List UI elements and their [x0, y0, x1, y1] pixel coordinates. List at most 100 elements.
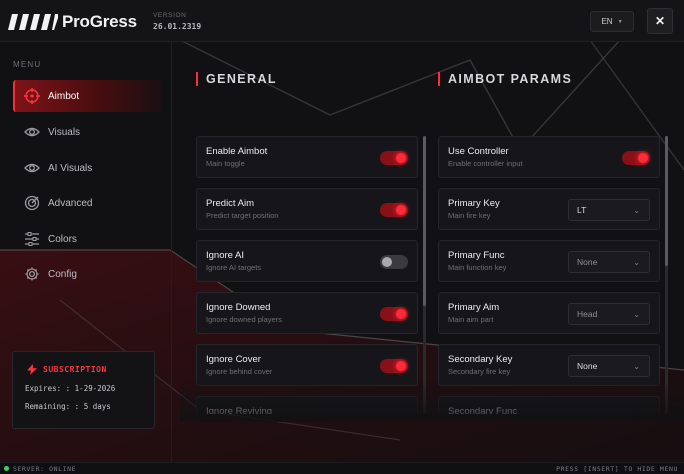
setting-label: Ignore Reviving: [206, 406, 273, 414]
primary-aim-select[interactable]: Head ⌄: [568, 303, 650, 325]
setting-use-controller: Use Controller Enable controller input: [438, 136, 660, 178]
status-bar: SERVER: ONLINE PRESS [INSERT] TO HIDE ME…: [0, 462, 684, 474]
sidebar-item-colors[interactable]: Colors: [13, 223, 161, 255]
title-bar: ProGress VERSION 26.01.2319 EN ▼ ✕: [0, 0, 684, 42]
sliders-icon: [24, 231, 40, 247]
menu-title: MENU: [13, 60, 42, 69]
setting-label: Enable Aimbot: [206, 146, 268, 157]
app-title: ProGress: [62, 12, 137, 31]
predict-aim-toggle[interactable]: [380, 203, 408, 217]
subscription-title-row: SUBSCRIPTION: [27, 364, 107, 375]
setting-label: Secondary Func: [448, 406, 518, 414]
aimbot-params-scrollbar[interactable]: [665, 136, 668, 414]
sidebar-item-visuals[interactable]: Visuals: [13, 116, 161, 148]
crosshair-icon: [24, 88, 40, 104]
setting-secondary-key: Secondary Key Secondary fire key None ⌄: [438, 344, 660, 386]
ignore-cover-toggle[interactable]: [380, 359, 408, 373]
sidebar: MENU Aimbot Visuals AI Visuals Advanced: [0, 42, 172, 462]
setting-primary-aim: Primary Aim Main aim part Head ⌄: [438, 292, 660, 334]
setting-description: Enable controller input: [448, 159, 523, 168]
lightning-icon: [27, 364, 37, 375]
aimbot-params-section-title: AIMBOT PARAMS: [438, 72, 572, 86]
close-button[interactable]: ✕: [647, 8, 673, 34]
ignore-downed-toggle[interactable]: [380, 307, 408, 321]
setting-label: Primary Aim: [448, 302, 500, 313]
sidebar-item-aimbot[interactable]: Aimbot: [13, 80, 161, 112]
ignore-ai-toggle[interactable]: [380, 255, 408, 269]
version-value: 26.01.2319: [153, 22, 202, 31]
sidebar-item-label: Visuals: [48, 126, 81, 138]
setting-ignore-reviving: Ignore Reviving: [196, 396, 418, 414]
sidebar-item-label: AI Visuals: [48, 162, 93, 174]
select-value: None: [577, 257, 598, 267]
secondary-key-select[interactable]: None ⌄: [568, 355, 650, 377]
setting-label: Primary Func: [448, 250, 505, 261]
logo-bars-icon: [8, 14, 58, 30]
online-status-dot: [4, 466, 9, 471]
subscription-expires: Expires: : 1-29-2026: [25, 384, 116, 393]
sidebar-item-config[interactable]: Config: [13, 258, 161, 290]
sidebar-item-label: Config: [48, 268, 77, 280]
setting-description: Ignore AI targets: [206, 263, 262, 272]
cheat-menu-window: ProGress VERSION 26.01.2319 EN ▼ ✕ MENU …: [0, 0, 684, 474]
chevron-down-icon: ⌄: [633, 310, 640, 319]
gear-icon: [24, 266, 40, 282]
caret-down-icon: ▼: [617, 18, 623, 25]
setting-description: Main toggle: [206, 159, 245, 168]
select-value: None: [577, 361, 598, 371]
sidebar-item-label: Aimbot: [48, 90, 80, 102]
setting-description: Ignore behind cover: [206, 367, 273, 376]
sidebar-item-ai-visuals[interactable]: AI Visuals: [13, 152, 161, 184]
setting-ignore-ai: Ignore AI Ignore AI targets: [196, 240, 418, 282]
setting-predict-aim: Predict Aim Predict target position: [196, 188, 418, 230]
sidebar-item-label: Colors: [48, 233, 77, 245]
hide-menu-hint: PRESS [INSERT] TO HIDE MENU: [556, 465, 678, 473]
server-status: SERVER: ONLINE: [13, 465, 77, 473]
subscription-panel: SUBSCRIPTION Expires: : 1-29-2026 Remain…: [12, 351, 155, 429]
eye-icon: [24, 124, 40, 140]
setting-label: Primary Key: [448, 198, 500, 209]
setting-label: Predict Aim: [206, 198, 255, 209]
sidebar-item-label: Advanced: [48, 197, 93, 209]
subscription-title: SUBSCRIPTION: [43, 365, 107, 374]
scrollbar-thumb[interactable]: [665, 136, 668, 266]
setting-label: Ignore AI: [206, 250, 245, 261]
close-icon: ✕: [654, 14, 666, 28]
setting-description: Main function key: [448, 263, 507, 272]
general-settings-list: Enable Aimbot Main toggle Predict Aim Pr…: [196, 136, 418, 414]
setting-description: Ignore downed players: [206, 315, 282, 324]
setting-description: Secondary fire key: [448, 367, 511, 376]
select-value: Head: [577, 309, 598, 319]
setting-description: Main fire key: [448, 211, 491, 220]
setting-label: Secondary Key: [448, 354, 513, 365]
setting-primary-key: Primary Key Main fire key LT ⌄: [438, 188, 660, 230]
version-label: VERSION: [153, 12, 187, 19]
scrollbar-thumb[interactable]: [423, 136, 426, 306]
chevron-down-icon: ⌄: [633, 206, 640, 215]
eye-icon: [24, 160, 40, 176]
enable-aimbot-toggle[interactable]: [380, 151, 408, 165]
language-dropdown[interactable]: EN ▼: [590, 11, 634, 32]
primary-func-select[interactable]: None ⌄: [568, 251, 650, 273]
sidebar-item-advanced[interactable]: Advanced: [13, 187, 161, 219]
setting-label: Ignore Cover: [206, 354, 261, 365]
setting-description: Predict target position: [206, 211, 279, 220]
subscription-remaining: Remaining: : 5 days: [25, 402, 111, 411]
use-controller-toggle[interactable]: [622, 151, 650, 165]
language-value: EN: [601, 17, 613, 26]
setting-secondary-func: Secondary Func: [438, 396, 660, 414]
general-scrollbar[interactable]: [423, 136, 426, 414]
select-value: LT: [577, 205, 587, 215]
setting-primary-func: Primary Func Main function key None ⌄: [438, 240, 660, 282]
setting-ignore-downed: Ignore Downed Ignore downed players: [196, 292, 418, 334]
setting-label: Use Controller: [448, 146, 509, 157]
setting-label: Ignore Downed: [206, 302, 271, 313]
primary-key-select[interactable]: LT ⌄: [568, 199, 650, 221]
setting-description: Main aim part: [448, 315, 494, 324]
setting-ignore-cover: Ignore Cover Ignore behind cover: [196, 344, 418, 386]
setting-enable-aimbot: Enable Aimbot Main toggle: [196, 136, 418, 178]
chevron-down-icon: ⌄: [633, 362, 640, 371]
general-section-title: GENERAL: [196, 72, 277, 86]
target-icon: [24, 195, 40, 211]
chevron-down-icon: ⌄: [633, 258, 640, 267]
